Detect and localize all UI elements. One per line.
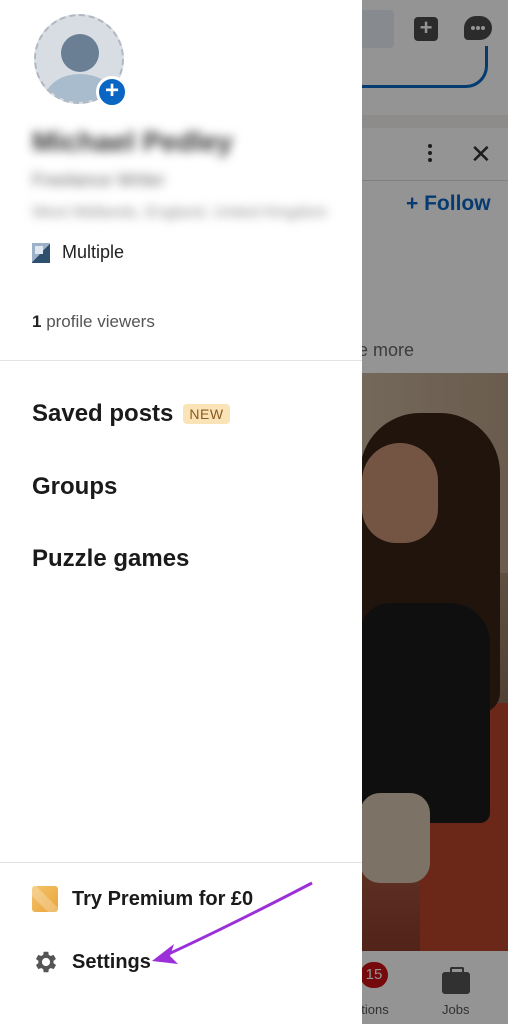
- company-label: Multiple: [62, 242, 125, 262]
- side-drawer: + Michael Pedley Freelance Writer West M…: [0, 0, 362, 1024]
- profile-location: West Midlands, England, United Kingdom: [32, 204, 327, 221]
- divider: [0, 360, 362, 361]
- try-premium-label: Try Premium for £0: [72, 887, 254, 910]
- menu-saved-posts[interactable]: Saved posts NEW: [32, 400, 230, 428]
- company-row[interactable]: Multiple: [32, 242, 124, 263]
- gear-icon: [35, 951, 57, 973]
- company-icon: [32, 242, 50, 263]
- profile-headline: Freelance Writer: [32, 170, 165, 190]
- menu-puzzle-games-label: Puzzle games: [32, 545, 190, 572]
- menu-saved-posts-label: Saved posts: [32, 400, 174, 427]
- premium-icon: [32, 886, 58, 912]
- menu-groups-label: Groups: [32, 473, 118, 500]
- settings-button[interactable]: Settings: [32, 948, 151, 976]
- divider: [0, 862, 362, 863]
- profile-name[interactable]: Michael Pedley: [32, 126, 233, 158]
- new-badge: NEW: [183, 404, 230, 424]
- profile-viewers[interactable]: 1 profile viewers: [32, 312, 155, 332]
- add-photo-icon[interactable]: +: [96, 76, 128, 108]
- settings-label: Settings: [72, 950, 151, 973]
- menu-puzzle-games[interactable]: Puzzle games: [32, 545, 189, 573]
- profile-avatar[interactable]: +: [34, 14, 128, 108]
- menu-groups[interactable]: Groups: [32, 473, 117, 501]
- viewers-label: profile viewers: [41, 312, 155, 331]
- try-premium-button[interactable]: Try Premium for £0: [32, 886, 253, 912]
